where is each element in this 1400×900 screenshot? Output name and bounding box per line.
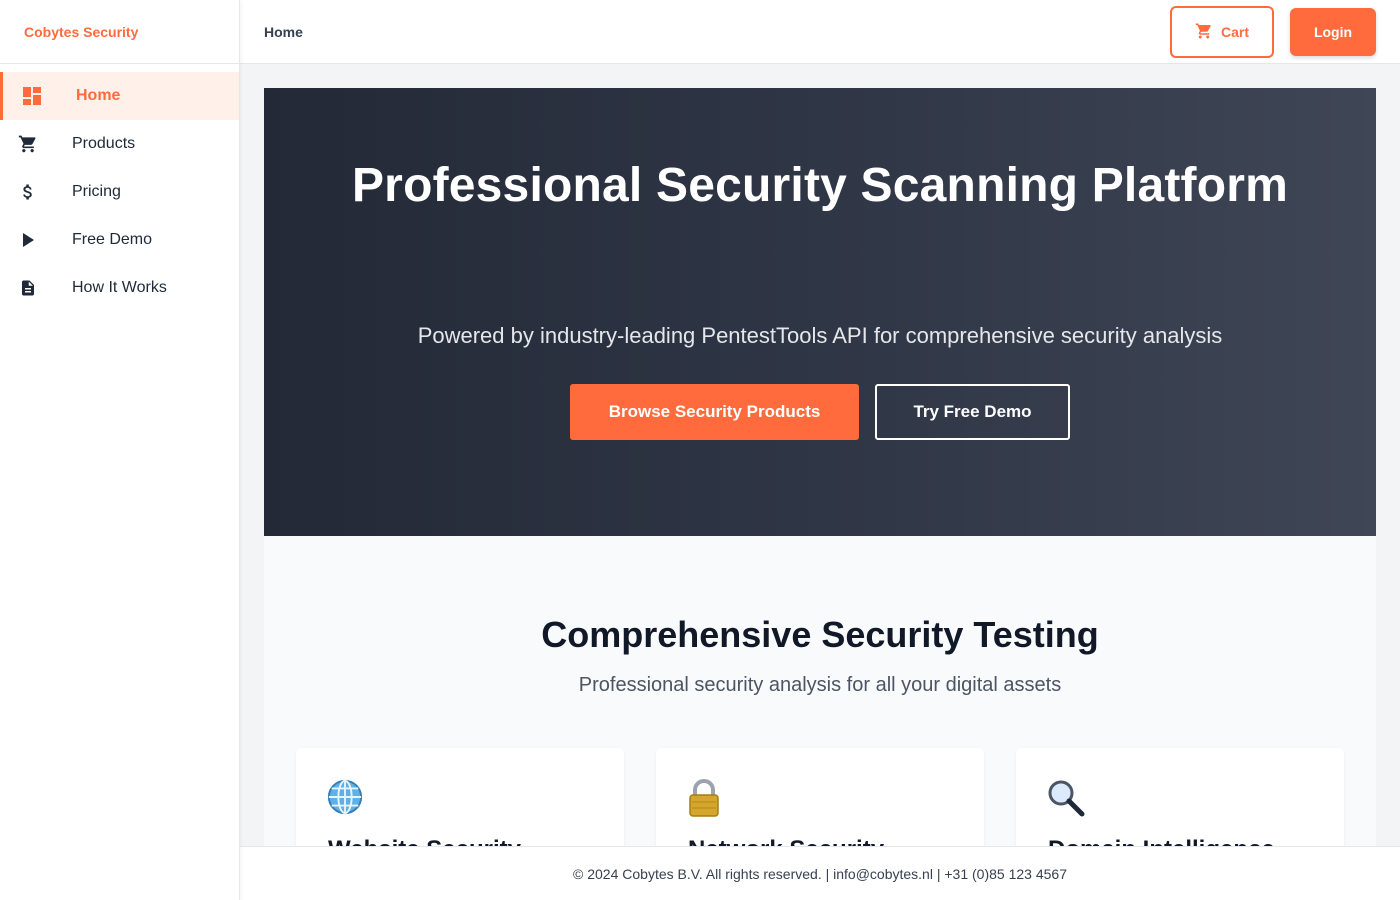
hero-buttons: Browse Security Products Try Free Demo [264, 384, 1376, 440]
dollar-icon [18, 182, 38, 202]
sidebar: Cobytes Security Home Products Pricing F… [0, 0, 240, 900]
hero-title: Professional Security Scanning Platform [351, 159, 1289, 212]
browse-products-button[interactable]: Browse Security Products [570, 384, 859, 440]
login-button[interactable]: Login [1290, 8, 1376, 56]
cart-icon [1195, 22, 1213, 43]
features-title: Comprehensive Security Testing [541, 614, 1099, 655]
sidebar-item-how-it-works[interactable]: How It Works [0, 264, 239, 312]
cart-button[interactable]: Cart [1170, 6, 1274, 58]
sidebar-item-label: How It Works [72, 279, 167, 296]
document-icon [18, 278, 38, 298]
dashboard-icon [22, 86, 42, 106]
sidebar-item-pricing[interactable]: Pricing [0, 168, 239, 216]
sidebar-item-label: Pricing [72, 183, 121, 200]
cart-label: Cart [1220, 24, 1249, 40]
cart-icon [18, 134, 38, 154]
sidebar-item-free-demo[interactable]: Free Demo [0, 216, 239, 264]
sidebar-item-label: Products [72, 135, 136, 152]
try-free-demo-button[interactable]: Try Free Demo [875, 384, 1070, 440]
globe-icon [326, 778, 366, 818]
footer-text: © 2024 Cobytes B.V. All rights reserved.… [573, 865, 1067, 882]
sidebar-item-home[interactable]: Home [0, 72, 239, 120]
hero-section: Professional Security Scanning Platform … [264, 88, 1376, 536]
brand-name[interactable]: Cobytes Security [0, 0, 239, 64]
sidebar-item-label: Free Demo [72, 231, 153, 248]
hero-subtitle: Powered by industry-leading PentestTools… [417, 323, 1223, 348]
sidebar-nav: Home Products Pricing Free Demo How It W… [0, 64, 239, 312]
footer: © 2024 Cobytes B.V. All rights reserved.… [240, 846, 1400, 900]
breadcrumb: Home [264, 23, 303, 40]
sidebar-item-products[interactable]: Products [0, 120, 239, 168]
features-subtitle: Professional security analysis for all y… [578, 674, 1062, 696]
play-icon [18, 230, 38, 250]
magnifier-icon [1046, 778, 1086, 818]
lock-icon [686, 778, 726, 818]
sidebar-item-label: Home [76, 87, 121, 104]
top-bar: Home Cart Login [240, 0, 1400, 64]
